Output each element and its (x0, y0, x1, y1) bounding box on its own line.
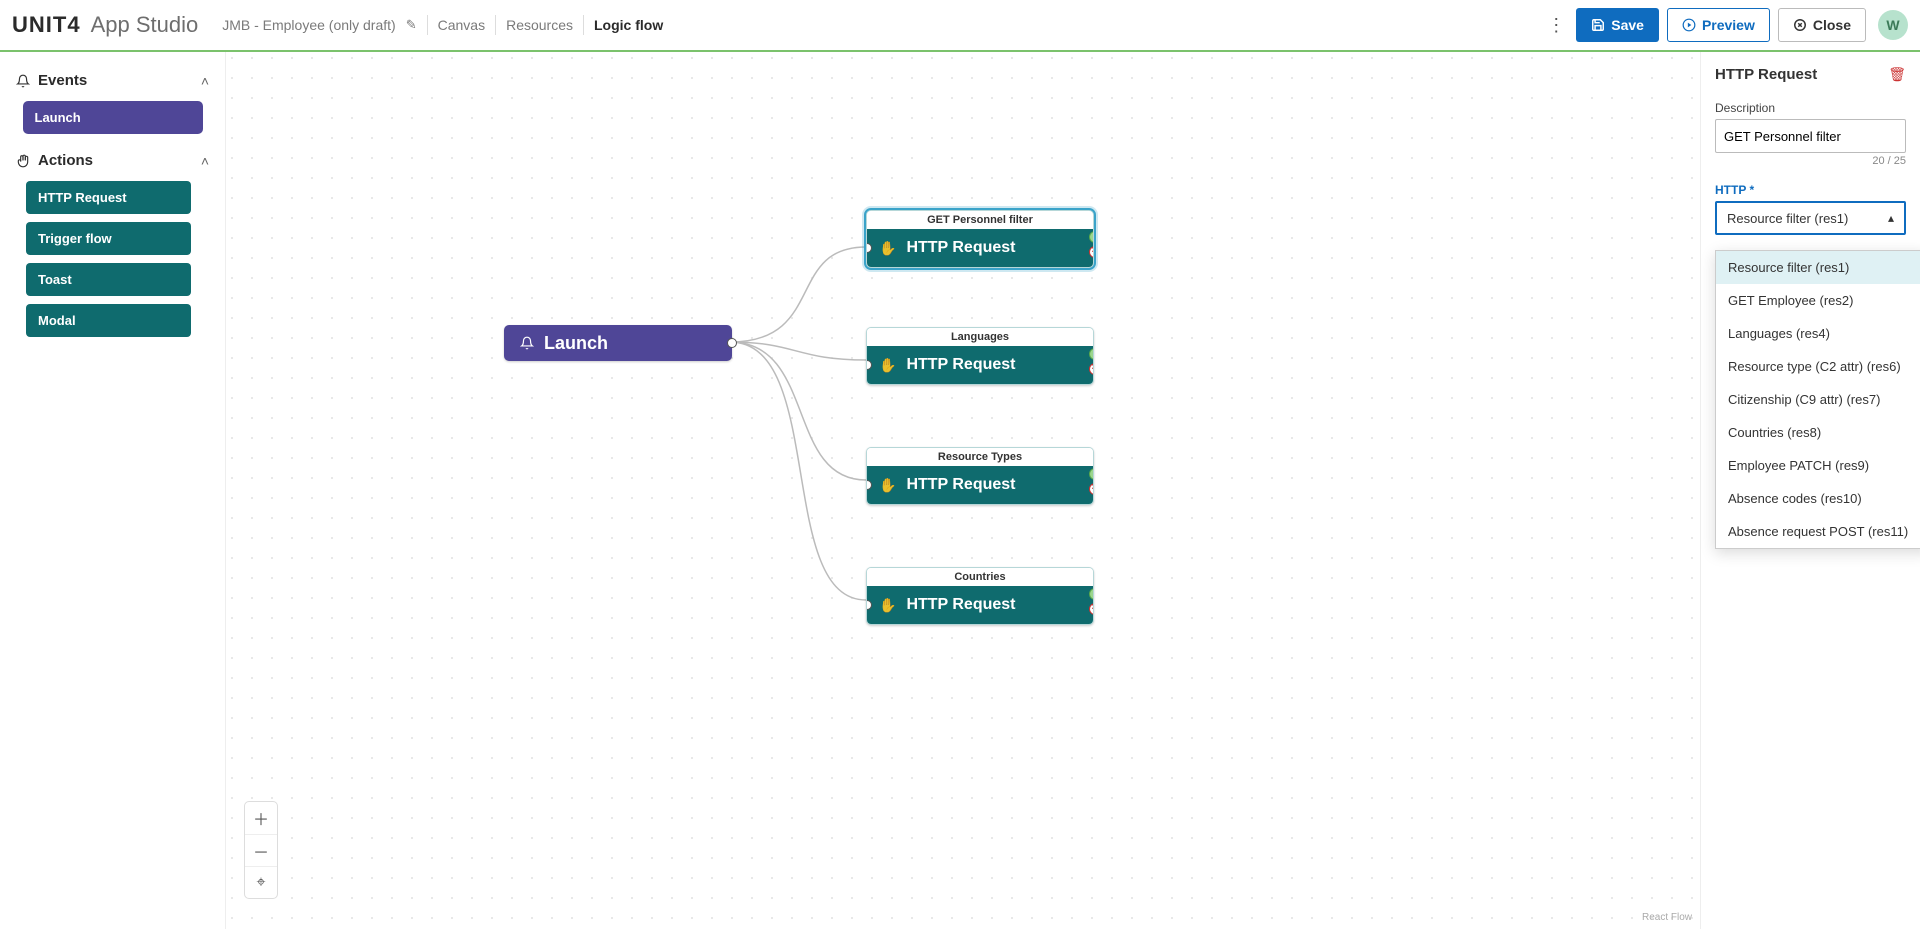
error-badge-icon (1089, 363, 1094, 375)
app-header: UNIT4 App Studio JMB - Employee (only dr… (0, 0, 1920, 52)
dropdown-option[interactable]: Employee PATCH (res9) (1716, 449, 1920, 482)
events-title: Events (38, 72, 87, 89)
bell-icon (520, 336, 534, 350)
node-description: Languages (867, 328, 1093, 346)
preview-label: Preview (1702, 17, 1755, 33)
avatar[interactable]: W (1878, 10, 1908, 40)
node-http-personnel-filter[interactable]: GET Personnel filter ✋ HTTP Request (866, 210, 1094, 268)
action-item-http-request[interactable]: HTTP Request (26, 181, 191, 214)
hand-icon (16, 154, 30, 168)
flow-canvas[interactable]: Launch GET Personnel filter ✋ HTTP Reque… (226, 52, 1700, 929)
node-launch[interactable]: Launch (504, 325, 732, 361)
node-status-badges (1089, 468, 1094, 495)
actions-section-header[interactable]: Actions ˄ (16, 152, 209, 169)
close-label: Close (1813, 17, 1851, 33)
app-name: App Studio (91, 12, 199, 38)
save-label: Save (1611, 17, 1644, 33)
node-launch-label: Launch (544, 333, 608, 354)
event-item-launch[interactable]: Launch (23, 101, 203, 134)
drag-icon: ✋ (879, 357, 896, 374)
node-type-label: HTTP Request (906, 596, 1015, 614)
node-http-countries[interactable]: Countries ✋ HTTP Request (866, 567, 1094, 625)
node-description: GET Personnel filter (867, 211, 1093, 229)
success-badge-icon (1089, 588, 1094, 600)
node-type-label: HTTP Request (906, 356, 1015, 374)
actions-title: Actions (38, 152, 93, 169)
node-http-resource-types[interactable]: Resource Types ✋ HTTP Request (866, 447, 1094, 505)
success-badge-icon (1089, 231, 1094, 243)
drag-icon: ✋ (879, 597, 896, 614)
node-status-badges (1089, 588, 1094, 615)
drag-icon: ✋ (879, 477, 896, 494)
preview-button[interactable]: Preview (1667, 8, 1770, 42)
close-button[interactable]: Close (1778, 8, 1866, 42)
save-button[interactable]: Save (1576, 8, 1659, 42)
zoom-in-button[interactable]: ＋ (245, 802, 277, 834)
dropdown-option[interactable]: Resource filter (res1) (1716, 251, 1920, 284)
edit-icon[interactable]: ✎ (406, 17, 417, 33)
panel-title: HTTP Request (1715, 66, 1817, 83)
node-handle-out[interactable] (727, 338, 737, 348)
dropdown-option[interactable]: Countries (res8) (1716, 416, 1920, 449)
dropdown-option[interactable]: Resource type (C2 attr) (res6) (1716, 350, 1920, 383)
separator (427, 15, 428, 35)
action-item-toast[interactable]: Toast (26, 263, 191, 296)
node-http-languages[interactable]: Languages ✋ HTTP Request (866, 327, 1094, 385)
close-icon (1793, 18, 1807, 32)
zoom-controls: ＋ － ⌖ (244, 801, 278, 899)
dropdown-option[interactable]: GET Employee (res2) (1716, 284, 1920, 317)
error-badge-icon (1089, 603, 1094, 615)
properties-panel: HTTP Request 🗑 Description 20 / 25 HTTP … (1700, 52, 1920, 929)
delete-button[interactable]: 🗑 (1888, 66, 1906, 83)
play-icon (1682, 18, 1696, 32)
http-label: HTTP * (1715, 183, 1906, 197)
dropdown-option[interactable]: Citizenship (C9 attr) (res7) (1716, 383, 1920, 416)
chevron-up-icon: ˄ (201, 73, 209, 89)
description-input[interactable] (1715, 119, 1906, 153)
save-icon (1591, 18, 1605, 32)
separator (583, 15, 584, 35)
node-status-badges (1089, 231, 1094, 258)
http-dropdown: Resource filter (res1) GET Employee (res… (1715, 250, 1920, 549)
dropdown-option[interactable]: Languages (res4) (1716, 317, 1920, 350)
node-type-label: HTTP Request (906, 476, 1015, 494)
events-section-header[interactable]: Events ˄ (16, 72, 209, 89)
node-description: Resource Types (867, 448, 1093, 466)
http-selected-value: Resource filter (res1) (1727, 211, 1848, 226)
reactflow-attribution: React Flow (1642, 912, 1692, 923)
project-name: JMB - Employee (only draft) (222, 17, 396, 33)
success-badge-icon (1089, 468, 1094, 480)
node-description: Countries (867, 568, 1093, 586)
brand-name: UNIT4 (12, 12, 81, 38)
breadcrumb: JMB - Employee (only draft) ✎ Canvas Res… (222, 15, 663, 35)
error-badge-icon (1089, 483, 1094, 495)
action-item-trigger-flow[interactable]: Trigger flow (26, 222, 191, 255)
tab-logic-flow[interactable]: Logic flow (594, 17, 663, 33)
description-label: Description (1715, 101, 1906, 115)
http-select[interactable]: Resource filter (res1) ▴ (1715, 201, 1906, 235)
node-status-badges (1089, 348, 1094, 375)
logo: UNIT4 App Studio (12, 12, 198, 38)
separator (495, 15, 496, 35)
dropdown-option[interactable]: Absence request POST (res11) (1716, 515, 1920, 548)
char-count: 20 / 25 (1715, 155, 1906, 167)
node-type-label: HTTP Request (906, 239, 1015, 257)
caret-up-icon: ▴ (1888, 211, 1894, 225)
zoom-out-button[interactable]: － (245, 834, 277, 866)
error-badge-icon (1089, 246, 1094, 258)
chevron-up-icon: ˄ (201, 153, 209, 169)
more-menu-button[interactable]: ⋮ (1544, 13, 1568, 37)
tab-canvas[interactable]: Canvas (438, 17, 485, 33)
tab-resources[interactable]: Resources (506, 17, 573, 33)
dropdown-option[interactable]: Absence codes (res10) (1716, 482, 1920, 515)
drag-icon: ✋ (879, 240, 896, 257)
fit-view-button[interactable]: ⌖ (245, 866, 277, 898)
bell-icon (16, 74, 30, 88)
action-item-modal[interactable]: Modal (26, 304, 191, 337)
success-badge-icon (1089, 348, 1094, 360)
left-sidebar: Events ˄ Launch Actions ˄ HTTP Request T… (0, 52, 226, 929)
